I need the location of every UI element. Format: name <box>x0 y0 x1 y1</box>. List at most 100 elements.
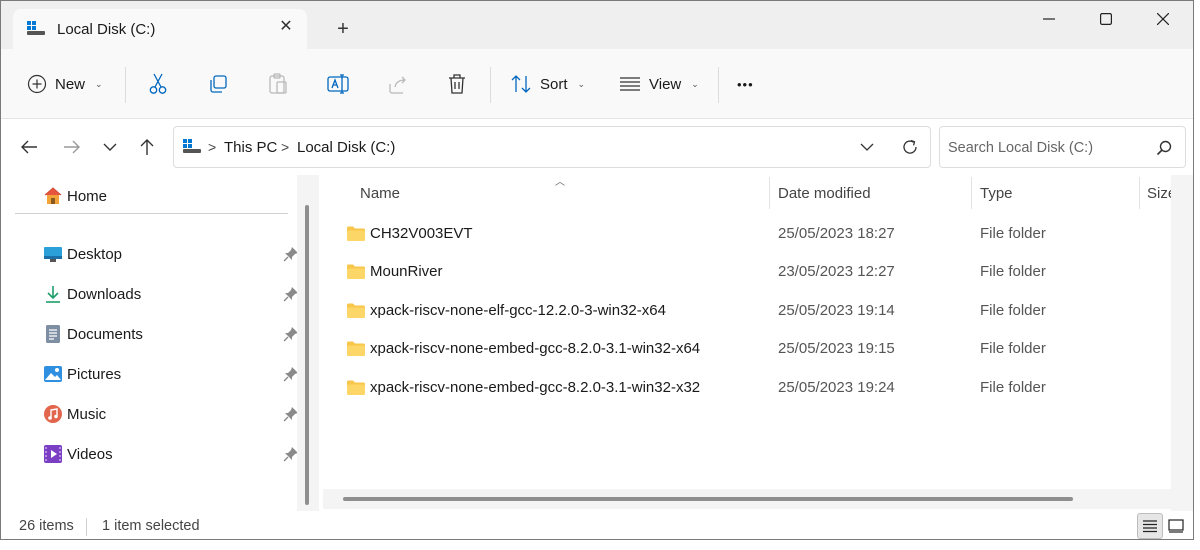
paste-icon <box>269 73 287 94</box>
file-row[interactable]: CH32V003EVT 25/05/2023 18:27 File folder <box>323 216 1171 252</box>
column-divider[interactable] <box>971 177 972 209</box>
videos-icon <box>44 445 62 463</box>
arrow-up-icon <box>140 139 154 155</box>
scissors-icon <box>149 73 167 94</box>
sidebar-item-videos[interactable]: Videos <box>43 441 299 467</box>
copy-icon <box>210 75 227 93</box>
breadcrumb-separator: > <box>281 139 290 155</box>
search-icon <box>1156 140 1172 156</box>
horizontal-scrollbar-thumb[interactable] <box>343 497 1073 501</box>
address-bar[interactable]: > This PC > Local Disk (C:) <box>173 126 931 168</box>
sort-ascending-icon: ︿ <box>555 177 565 188</box>
maximize-icon <box>1100 13 1112 25</box>
paste-button[interactable] <box>268 68 288 100</box>
sidebar-item-label: Music <box>67 405 107 423</box>
horizontal-scrollbar[interactable] <box>323 489 1171 509</box>
sort-button[interactable]: Sort ⌄ <box>510 68 585 100</box>
file-name: CH32V003EVT <box>370 225 473 242</box>
sidebar-divider <box>15 213 288 214</box>
home-icon <box>44 187 62 204</box>
sidebar-item-music[interactable]: Music <box>43 401 299 427</box>
sidebar-scrollbar-thumb[interactable] <box>305 205 309 505</box>
title-bar: Local Disk (C:) ✕ + <box>1 1 1193 49</box>
file-name: xpack-riscv-none-embed-gcc-8.2.0-3.1-win… <box>370 379 701 396</box>
copy-button[interactable] <box>208 68 228 100</box>
trash-icon <box>449 74 465 94</box>
file-row[interactable]: xpack-riscv-none-embed-gcc-8.2.0-3.1-win… <box>323 370 1171 406</box>
breadcrumb-local-disk[interactable]: Local Disk (C:) <box>297 139 395 156</box>
file-date-modified: 23/05/2023 12:27 <box>778 263 895 280</box>
sort-icon <box>511 75 531 93</box>
vertical-scrollbar[interactable] <box>1171 175 1193 511</box>
desktop-icon <box>44 247 62 262</box>
selection-count: 1 item selected <box>102 518 200 534</box>
view-list-icon <box>620 77 640 91</box>
divider <box>125 67 126 103</box>
column-header-date-modified[interactable]: Date modified <box>778 185 871 202</box>
recent-locations-button[interactable] <box>99 136 121 158</box>
sidebar-item-label: Home <box>67 187 108 205</box>
column-header-name[interactable]: Name <box>360 185 400 202</box>
file-type: File folder <box>980 263 1046 280</box>
breadcrumb-this-pc[interactable]: This PC <box>224 139 277 156</box>
forward-button[interactable] <box>61 136 83 158</box>
share-button[interactable] <box>387 68 409 100</box>
more-options-button[interactable]: ••• <box>737 68 754 100</box>
sidebar-item-downloads[interactable]: Downloads <box>43 281 299 307</box>
tiles-view-button[interactable] <box>1163 513 1189 539</box>
details-view-button[interactable] <box>1137 513 1163 539</box>
minimize-button[interactable] <box>1021 1 1077 37</box>
file-date-modified: 25/05/2023 18:27 <box>778 225 895 242</box>
column-divider[interactable] <box>769 177 770 209</box>
chevron-down-icon <box>103 143 117 151</box>
delete-button[interactable] <box>447 68 467 100</box>
sidebar-item-label: Videos <box>67 445 113 463</box>
view-button[interactable]: View ⌄ <box>619 68 699 100</box>
search-box[interactable]: Search Local Disk (C:) <box>939 126 1186 168</box>
rename-button[interactable] <box>327 68 349 100</box>
tab-close-button[interactable]: ✕ <box>275 16 297 38</box>
file-row[interactable]: MounRiver 23/05/2023 12:27 File folder <box>323 254 1171 290</box>
file-explorer-window: Local Disk (C:) ✕ + New ⌄ Sort ⌄ View ⌄ … <box>0 0 1194 540</box>
up-button[interactable] <box>136 136 158 158</box>
arrow-left-icon <box>21 140 37 154</box>
tab-local-disk[interactable]: Local Disk (C:) ✕ <box>13 9 307 49</box>
tiles-view-icon <box>1168 519 1184 533</box>
address-dropdown-icon[interactable] <box>860 142 874 152</box>
sidebar-item-documents[interactable]: Documents <box>43 321 299 347</box>
sidebar-item-home[interactable]: Home <box>43 183 299 209</box>
divider <box>718 67 719 103</box>
back-button[interactable] <box>18 136 40 158</box>
chevron-down-icon: ⌄ <box>577 78 586 89</box>
minimize-icon <box>1043 18 1055 20</box>
column-header-type[interactable]: Type <box>980 185 1013 202</box>
file-date-modified: 25/05/2023 19:14 <box>778 302 895 319</box>
folder-icon <box>347 380 365 395</box>
file-row[interactable]: xpack-riscv-none-elf-gcc-12.2.0-3-win32-… <box>323 293 1171 329</box>
sidebar-item-desktop[interactable]: Desktop <box>43 241 299 267</box>
file-row[interactable]: xpack-riscv-none-embed-gcc-8.2.0-3.1-win… <box>323 331 1171 367</box>
new-button[interactable]: New ⌄ <box>27 68 103 100</box>
close-window-button[interactable] <box>1135 1 1191 37</box>
refresh-icon[interactable] <box>901 138 919 156</box>
command-bar: New ⌄ Sort ⌄ View ⌄ ••• <box>1 49 1193 119</box>
item-count: 26 items <box>19 518 74 534</box>
sidebar-scrollbar[interactable] <box>297 175 319 511</box>
new-tab-button[interactable]: + <box>331 17 355 41</box>
file-date-modified: 25/05/2023 19:24 <box>778 379 895 396</box>
new-label: New <box>55 75 86 93</box>
column-header-size[interactable]: Size <box>1147 185 1171 202</box>
status-bar: 26 items 1 item selected <box>1 511 1193 539</box>
view-label: View <box>649 75 682 93</box>
file-type: File folder <box>980 225 1046 242</box>
sidebar-item-pictures[interactable]: Pictures <box>43 361 299 387</box>
downloads-icon <box>46 286 60 303</box>
documents-icon <box>46 325 60 343</box>
file-type: File folder <box>980 340 1046 357</box>
navigation-pane: Home Desktop Downloads Documents Picture… <box>1 175 319 511</box>
cut-button[interactable] <box>148 68 168 100</box>
column-divider[interactable] <box>1139 177 1140 209</box>
maximize-button[interactable] <box>1078 1 1134 37</box>
sidebar-item-label: Documents <box>67 325 143 343</box>
more-icon: ••• <box>737 76 754 92</box>
